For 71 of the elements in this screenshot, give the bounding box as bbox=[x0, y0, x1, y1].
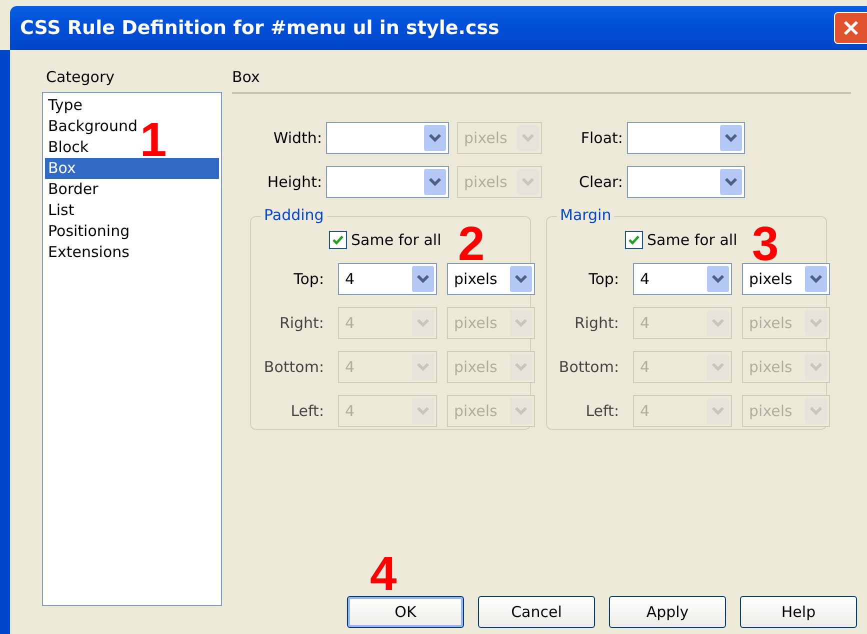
field-label: Height: bbox=[266, 173, 323, 191]
check-icon bbox=[332, 234, 344, 246]
chevron-down-icon bbox=[805, 354, 827, 380]
field-label: Bottom: bbox=[558, 358, 620, 376]
category-item[interactable]: Background bbox=[45, 116, 140, 137]
chevron-down-icon bbox=[412, 354, 434, 380]
window-title: CSS Rule Definition for #menu ul in style.css bbox=[20, 17, 500, 39]
value-dropdown[interactable] bbox=[627, 166, 745, 198]
checkbox[interactable] bbox=[329, 231, 347, 249]
chevron-down-icon bbox=[720, 169, 742, 195]
annotation-number: 4 bbox=[370, 556, 397, 594]
unit-dropdown[interactable]: pixels bbox=[447, 263, 535, 295]
value-dropdown[interactable] bbox=[326, 166, 449, 198]
group-title: Margin bbox=[557, 206, 614, 224]
chevron-down-icon bbox=[424, 125, 446, 151]
category-item[interactable]: Block bbox=[45, 137, 92, 158]
category-item[interactable]: Box bbox=[45, 158, 219, 179]
checkbox-label: Same for all bbox=[647, 231, 738, 249]
chevron-down-icon bbox=[517, 125, 539, 151]
chevron-down-icon bbox=[517, 169, 539, 195]
check-icon bbox=[628, 234, 640, 246]
field-label: Right: bbox=[278, 314, 325, 332]
field-label: Top: bbox=[292, 270, 325, 288]
close-button[interactable] bbox=[834, 12, 867, 44]
close-icon bbox=[842, 19, 860, 37]
chevron-down-icon bbox=[707, 310, 729, 336]
chevron-down-icon bbox=[510, 354, 532, 380]
dialog-button[interactable]: OK bbox=[347, 596, 464, 628]
value-dropdown[interactable]: 4 bbox=[338, 263, 437, 295]
group-title: Padding bbox=[261, 206, 327, 224]
annotation-number: 1 bbox=[140, 122, 167, 160]
chevron-down-icon bbox=[805, 266, 827, 292]
chevron-down-icon bbox=[510, 310, 532, 336]
category-item[interactable]: Positioning bbox=[45, 221, 133, 242]
dialog-button[interactable]: Apply bbox=[609, 596, 726, 628]
field-label: Bottom: bbox=[262, 358, 325, 376]
dialog-button[interactable]: Help bbox=[740, 596, 857, 628]
value-dropdown[interactable] bbox=[627, 122, 745, 154]
unit-dropdown[interactable]: pixels bbox=[742, 263, 830, 295]
section-heading: Box bbox=[232, 68, 260, 86]
chevron-down-icon bbox=[424, 169, 446, 195]
value-dropdown[interactable]: 4 bbox=[633, 263, 732, 295]
value-dropdown[interactable] bbox=[326, 122, 449, 154]
chevron-down-icon bbox=[720, 125, 742, 151]
category-item[interactable]: Extensions bbox=[45, 242, 132, 263]
chevron-down-icon bbox=[510, 398, 532, 424]
dialog-button[interactable]: Cancel bbox=[478, 596, 595, 628]
category-item[interactable]: List bbox=[45, 200, 78, 221]
field-label: Top: bbox=[588, 270, 620, 288]
chevron-down-icon bbox=[412, 310, 434, 336]
annotation-number: 2 bbox=[458, 226, 485, 264]
chevron-down-icon bbox=[412, 398, 434, 424]
category-item[interactable]: Border bbox=[45, 179, 102, 200]
category-heading: Category bbox=[45, 68, 116, 88]
field-label: Width: bbox=[272, 129, 323, 147]
chevron-down-icon bbox=[510, 266, 532, 292]
checkbox-label: Same for all bbox=[351, 231, 442, 249]
field-label: Left: bbox=[584, 402, 620, 420]
chevron-down-icon bbox=[412, 266, 434, 292]
chevron-down-icon bbox=[805, 310, 827, 336]
field-label: Float: bbox=[580, 129, 624, 147]
chevron-down-icon bbox=[805, 398, 827, 424]
chevron-down-icon bbox=[707, 398, 729, 424]
field-label: Left: bbox=[290, 402, 325, 420]
chevron-down-icon bbox=[707, 354, 729, 380]
field-label: Right: bbox=[573, 314, 620, 332]
category-item[interactable]: Type bbox=[45, 95, 86, 116]
field-label: Clear: bbox=[578, 173, 624, 191]
checkbox[interactable] bbox=[625, 231, 643, 249]
annotation-number: 3 bbox=[752, 226, 779, 264]
chevron-down-icon bbox=[707, 266, 729, 292]
